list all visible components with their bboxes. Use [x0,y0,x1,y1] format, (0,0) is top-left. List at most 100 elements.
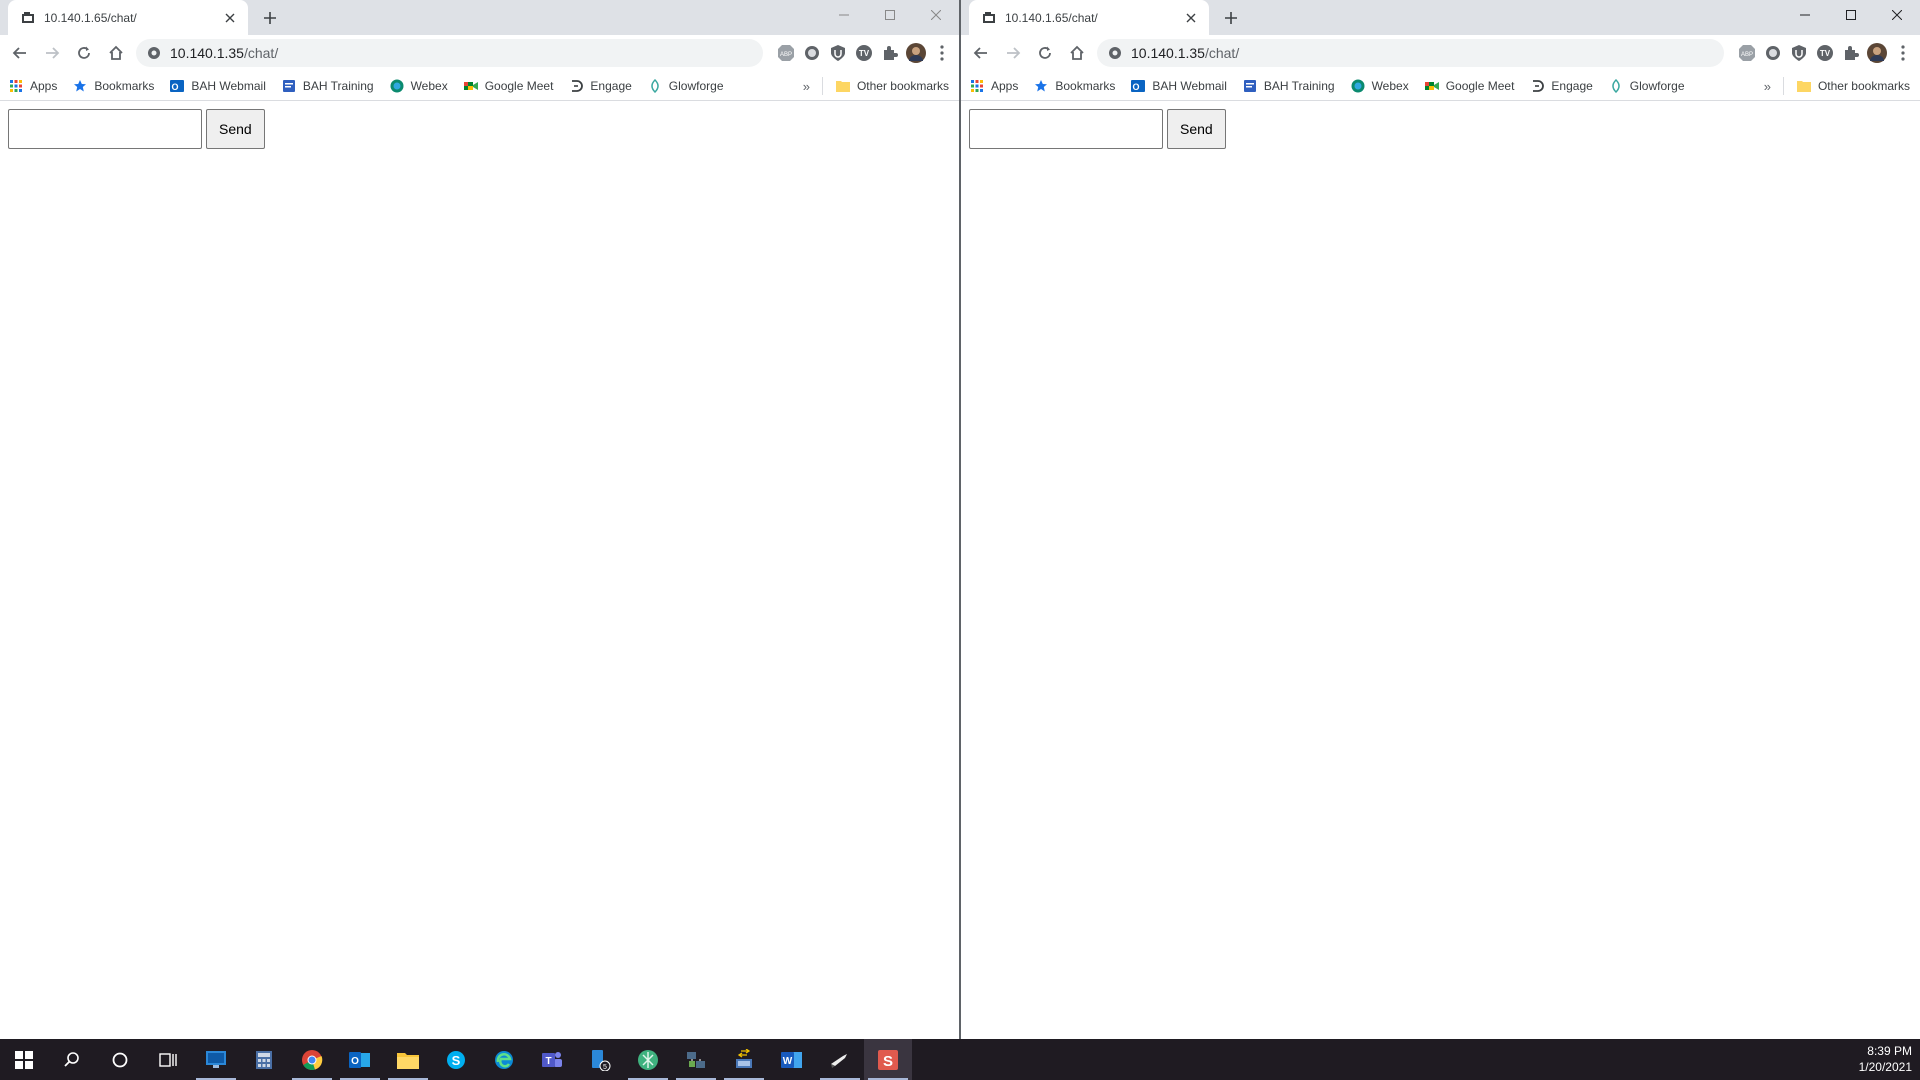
edge-icon[interactable] [480,1039,528,1080]
taskbar-badge-count: 5 [603,1064,607,1071]
other-bookmarks[interactable]: Other bookmarks [1796,78,1910,94]
green-app-icon[interactable] [624,1039,672,1080]
bookmark-label: Glowforge [1629,78,1685,93]
site-info-icon[interactable] [146,45,162,61]
bookmark-glowforge[interactable]: Glowforge [647,78,724,94]
pen-app-icon[interactable] [816,1039,864,1080]
windows-taskbar: O S T 5 W S 8:39 PM 1/20/2021 [0,1039,1920,1080]
new-tab-icon[interactable] [258,6,282,30]
folder-icon [1796,78,1812,94]
new-tab-icon[interactable] [1219,6,1243,30]
ublock-shield-icon[interactable] [825,39,851,67]
bookmark-glowforge[interactable]: Glowforge [1608,78,1685,94]
close-window-icon[interactable] [1874,0,1920,30]
adblock-plus-icon[interactable]: ABP [773,39,799,67]
task-view-icon[interactable] [144,1039,192,1080]
bookmark-bookmarks[interactable]: Bookmarks [72,78,154,94]
svg-text:O: O [172,82,179,92]
chrome-menu-icon[interactable] [1890,39,1916,67]
bookmark-google-meet[interactable]: Google Meet [463,78,553,94]
start-windows-icon[interactable] [0,1039,48,1080]
bookmark-bah-training[interactable]: BAH Training [1242,78,1335,94]
url-path: /chat/ [1204,45,1240,61]
chrome-icon[interactable] [288,1039,336,1080]
forward-arrow-icon[interactable] [36,37,68,69]
browser-toolbar: 10.140.1.35/chat/ ABP TV [961,35,1920,71]
tab-close-icon[interactable] [222,10,238,26]
chrome-menu-icon[interactable] [929,39,955,67]
send-button[interactable]: Send [1167,109,1226,149]
bookmark-bah-webmail[interactable]: O BAH Webmail [1130,78,1227,94]
bookmark-webex[interactable]: Webex [1350,78,1409,94]
bookmark-bookmarks[interactable]: Bookmarks [1033,78,1115,94]
star-icon [72,78,88,94]
url-path: /chat/ [243,45,279,61]
address-bar[interactable]: 10.140.1.35/chat/ [1097,39,1724,67]
bookmark-engage[interactable]: Engage [568,78,632,94]
bookmark-engage[interactable]: Engage [1529,78,1593,94]
circle-extension-icon[interactable] [799,39,825,67]
tab-chat[interactable]: 10.140.1.65/chat/ [969,0,1209,35]
back-arrow-icon[interactable] [4,37,36,69]
tab-chat[interactable]: 10.140.1.65/chat/ [8,0,248,35]
bookmark-webex[interactable]: Webex [389,78,448,94]
bookmark-apps[interactable]: Apps [969,78,1018,94]
reload-icon[interactable] [68,37,100,69]
minimize-icon[interactable] [1782,0,1828,30]
glowforge-icon [1608,78,1624,94]
circle-extension-icon[interactable] [1760,39,1786,67]
outlook-app-icon[interactable]: O [336,1039,384,1080]
search-icon[interactable] [48,1039,96,1080]
home-icon[interactable] [100,37,132,69]
tv-extension-icon[interactable]: TV [851,39,877,67]
phone-app-icon[interactable]: 5 [576,1039,624,1080]
minimize-icon[interactable] [821,0,867,30]
tv-extension-icon[interactable]: TV [1812,39,1838,67]
close-window-icon[interactable] [913,0,959,30]
bookmarks-divider [821,77,823,95]
back-arrow-icon[interactable] [965,37,997,69]
bookmark-label: Google Meet [1445,78,1515,93]
chat-message-input[interactable] [969,109,1163,149]
url-host: 10.140.1.35 [1131,45,1205,61]
profile-avatar[interactable] [903,39,929,67]
send-button[interactable]: Send [206,109,265,149]
bookmark-google-meet[interactable]: Google Meet [1424,78,1515,94]
calculator-icon[interactable] [240,1039,288,1080]
bookmark-bah-training[interactable]: BAH Training [281,78,374,94]
maximize-icon[interactable] [1828,0,1874,30]
bookmarks-bar: Apps Bookmarks O BAH Webmail BAH Trainin… [0,71,959,101]
cortana-icon[interactable] [96,1039,144,1080]
remote-desktop-icon[interactable] [192,1039,240,1080]
s-app-icon[interactable]: S [864,1039,912,1080]
word-icon[interactable]: W [768,1039,816,1080]
bookmark-bah-webmail[interactable]: O BAH Webmail [169,78,266,94]
adblock-plus-icon[interactable]: ABP [1734,39,1760,67]
outlook-icon: O [169,78,185,94]
other-bookmarks[interactable]: Other bookmarks [835,78,949,94]
skype-icon[interactable]: S [432,1039,480,1080]
site-info-icon[interactable] [1107,45,1123,61]
chat-message-input[interactable] [8,109,202,149]
forward-arrow-icon[interactable] [997,37,1029,69]
bookmark-apps[interactable]: Apps [8,78,57,94]
network-app-icon[interactable] [672,1039,720,1080]
address-bar[interactable]: 10.140.1.35/chat/ [136,39,763,67]
bookmark-label: BAH Webmail [191,78,266,93]
training-icon [281,78,297,94]
network-transfer-icon[interactable] [720,1039,768,1080]
tab-close-icon[interactable] [1183,10,1199,26]
more-bookmarks-chevron-icon[interactable]: » [1764,79,1771,94]
taskbar-clock[interactable]: 8:39 PM 1/20/2021 [1859,1043,1912,1075]
teams-icon[interactable]: T [528,1039,576,1080]
maximize-icon[interactable] [867,0,913,30]
extensions-puzzle-icon[interactable] [877,39,903,67]
reload-icon[interactable] [1029,37,1061,69]
more-bookmarks-chevron-icon[interactable]: » [803,79,810,94]
file-explorer-icon[interactable] [384,1039,432,1080]
home-icon[interactable] [1061,37,1093,69]
extensions-puzzle-icon[interactable] [1838,39,1864,67]
ublock-shield-icon[interactable] [1786,39,1812,67]
profile-avatar[interactable] [1864,39,1890,67]
page-content: Send [961,101,1920,157]
